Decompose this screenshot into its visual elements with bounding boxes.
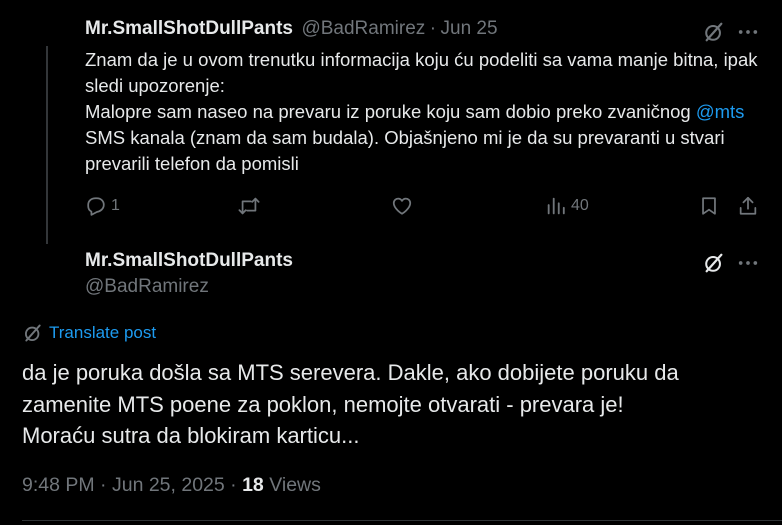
post-date[interactable]: Jun 25, 2025 — [112, 474, 225, 496]
translate-post-link[interactable]: Translate post — [23, 323, 156, 343]
quoted-post-text-part: Malopre sam naseo na prevaru iz poruke k… — [85, 101, 696, 122]
quoted-post-header: Mr.SmallShotDullPants @BadRamirez · Jun … — [85, 18, 498, 40]
like-icon — [390, 195, 414, 217]
views-number: 18 — [242, 474, 264, 496]
repost-icon — [237, 195, 261, 217]
quoted-post-text-part: SMS kanala (znam da sam budala). Objašnj… — [85, 127, 725, 174]
quoted-post-date[interactable]: Jun 25 — [441, 18, 498, 39]
main-post-handle[interactable]: @BadRamirez — [85, 276, 209, 298]
bottom-divider — [22, 520, 782, 521]
translate-post-label: Translate post — [49, 323, 157, 342]
share-icon — [737, 195, 759, 217]
more-icon[interactable] — [736, 20, 760, 44]
quoted-post-text: Znam da je u ovom trenutku informacija k… — [85, 47, 775, 177]
main-post-text: da je poruka došla sa MTS serevera. Dakl… — [22, 357, 762, 452]
quoted-post-text-line-2: Malopre sam naseo na prevaru iz poruke k… — [85, 99, 775, 177]
mention-link[interactable]: @mts — [696, 101, 745, 122]
views-label: Views — [269, 474, 321, 496]
grok-icon[interactable] — [702, 20, 726, 44]
views-count: 40 — [571, 197, 589, 214]
meta-separator: · — [100, 474, 107, 496]
share-button[interactable] — [736, 194, 760, 218]
more-icon[interactable] — [736, 251, 760, 275]
repost-button[interactable] — [237, 194, 265, 218]
grok-icon[interactable] — [702, 251, 726, 275]
bookmark-button[interactable] — [697, 194, 721, 218]
quoted-post-display-name[interactable]: Mr.SmallShotDullPants — [85, 18, 293, 39]
post-time[interactable]: 9:48 PM — [22, 474, 95, 496]
quoted-post-handle[interactable]: @BadRamirez — [301, 18, 425, 39]
like-button[interactable] — [390, 194, 418, 218]
meta-separator: · — [230, 474, 237, 496]
reply-button[interactable]: 1 — [85, 194, 120, 218]
main-post-meta: 9:48 PM · Jun 25, 2025 · 18 Views — [22, 474, 321, 497]
reply-count: 1 — [111, 197, 120, 214]
main-post-text-line-2: Moraću sutra da blokiram karticu... — [22, 423, 360, 448]
views-button[interactable]: 40 — [545, 194, 589, 218]
bookmark-icon — [698, 195, 720, 217]
quoted-post-text-line-1: Znam da je u ovom trenutku informacija k… — [85, 49, 758, 96]
main-post-text-line-1: da je poruka došla sa MTS serevera. Dakl… — [22, 360, 679, 417]
reply-icon — [85, 195, 107, 217]
thread-connector-line — [46, 46, 48, 244]
main-post-display-name[interactable]: Mr.SmallShotDullPants — [85, 250, 293, 272]
translate-icon — [23, 323, 43, 343]
views-icon — [545, 195, 567, 217]
quoted-post-separator: · — [429, 18, 437, 39]
